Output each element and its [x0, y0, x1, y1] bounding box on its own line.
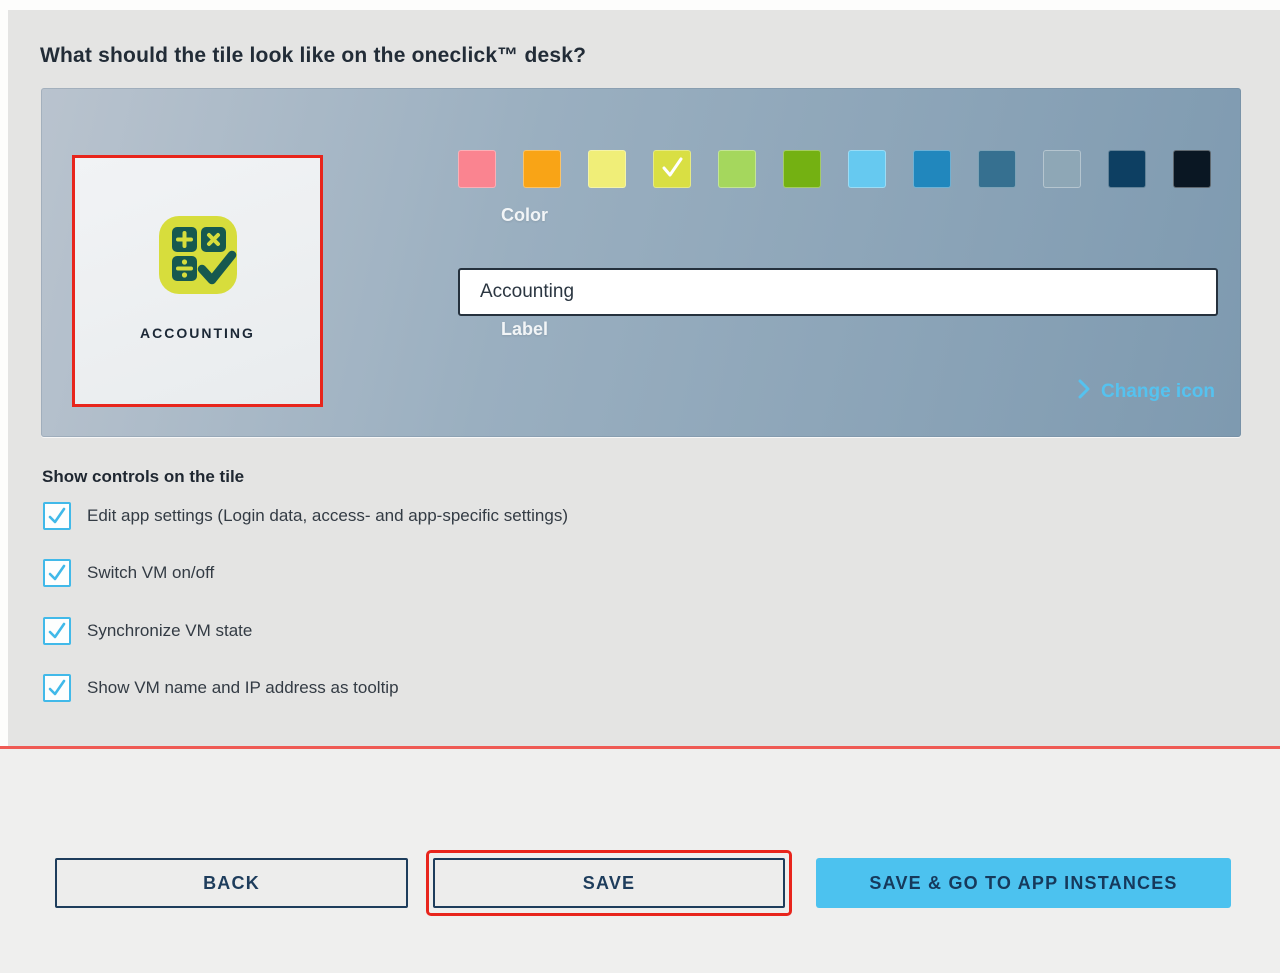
tile-label: ACCOUNTING	[140, 325, 255, 341]
checkmark-icon	[46, 620, 68, 642]
edit-app-settings-checkbox[interactable]	[43, 502, 71, 530]
color-swatch-orange[interactable]	[523, 150, 561, 188]
control-row-switch-vm: Switch VM on/off	[43, 559, 214, 587]
control-row-vm-tooltip: Show VM name and IP address as tooltip	[43, 674, 399, 702]
checkmark-icon	[46, 505, 68, 527]
chevron-right-icon	[1078, 379, 1091, 405]
label-field-label: Label	[501, 319, 548, 340]
control-label: Show VM name and IP address as tooltip	[87, 678, 399, 698]
color-swatch-black-navy[interactable]	[1173, 150, 1211, 188]
color-swatch-yellow-green-selected[interactable]	[653, 150, 691, 188]
control-row-edit-app-settings: Edit app settings (Login data, access- a…	[43, 502, 568, 530]
save-button-highlight: SAVE	[426, 850, 792, 916]
color-swatch-gray-blue[interactable]	[1043, 150, 1081, 188]
save-and-go-button[interactable]: SAVE & GO TO APP INSTANCES	[816, 858, 1231, 908]
control-row-sync-vm: Synchronize VM state	[43, 617, 252, 645]
tile-label-input[interactable]	[458, 268, 1218, 316]
save-button[interactable]: SAVE	[433, 858, 785, 908]
color-swatch-pink[interactable]	[458, 150, 496, 188]
color-swatch-sky-blue[interactable]	[848, 150, 886, 188]
color-label: Color	[501, 205, 548, 226]
color-swatch-dark-navy[interactable]	[1108, 150, 1146, 188]
tile-preview: ACCOUNTING	[72, 155, 323, 407]
color-swatch-green[interactable]	[783, 150, 821, 188]
control-label: Edit app settings (Login data, access- a…	[87, 506, 568, 526]
change-icon-link[interactable]: Change icon	[1078, 379, 1215, 405]
checkmark-icon	[46, 677, 68, 699]
controls-section-title: Show controls on the tile	[42, 467, 244, 487]
switch-vm-checkbox[interactable]	[43, 559, 71, 587]
color-swatch-pale-yellow[interactable]	[588, 150, 626, 188]
control-label: Switch VM on/off	[87, 563, 214, 583]
change-icon-label: Change icon	[1101, 381, 1215, 403]
color-swatch-row	[458, 150, 1211, 188]
calculator-icon	[159, 216, 237, 299]
color-swatch-blue[interactable]	[913, 150, 951, 188]
checkmark-icon	[46, 562, 68, 584]
color-swatch-steel-blue[interactable]	[978, 150, 1016, 188]
back-button[interactable]: BACK	[55, 858, 408, 908]
page-title: What should the tile look like on the on…	[40, 44, 586, 68]
color-swatch-light-green[interactable]	[718, 150, 756, 188]
selected-check-icon	[658, 153, 686, 186]
control-label: Synchronize VM state	[87, 621, 252, 641]
sync-vm-checkbox[interactable]	[43, 617, 71, 645]
vm-tooltip-checkbox[interactable]	[43, 674, 71, 702]
